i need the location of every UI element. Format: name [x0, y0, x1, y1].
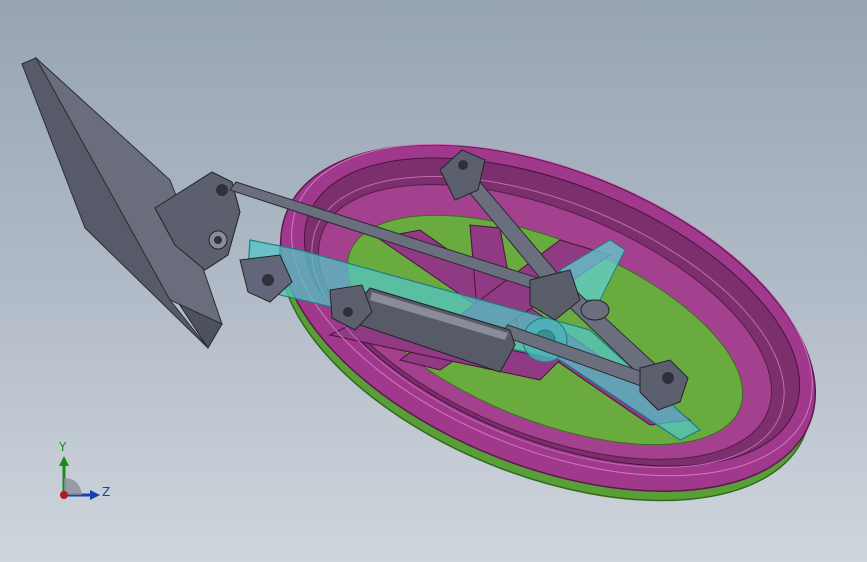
clevis-top-hole	[458, 160, 468, 170]
z-axis-label: Z	[102, 485, 111, 499]
clevis-bottom-hole	[662, 372, 674, 384]
z-axis-arrow	[90, 490, 100, 500]
view-triad: Y Z	[48, 440, 118, 510]
y-axis-arrow	[59, 456, 69, 466]
rod-coupler	[580, 299, 610, 321]
cylinder-mount-hole	[343, 307, 353, 317]
link-hole	[262, 274, 274, 286]
graphics-viewport[interactable]: Y Z	[0, 0, 867, 562]
y-axis-label: Y	[59, 440, 67, 454]
bracket-hole-2-inner	[214, 236, 222, 244]
cad-model-view[interactable]	[0, 0, 867, 562]
x-axis-dot	[60, 491, 68, 499]
bracket-hole-1	[216, 184, 228, 196]
